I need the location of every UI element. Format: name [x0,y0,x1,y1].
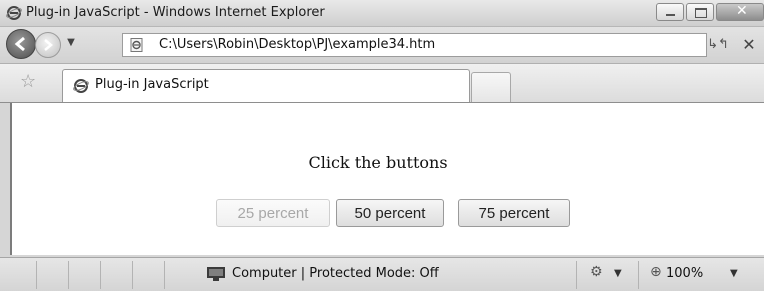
ie-logo-icon [6,6,22,20]
back-arrow-icon [14,36,25,52]
tab-label: Plug-in JavaScript [95,77,209,92]
status-cell [100,261,133,289]
zoom-level[interactable]: 100% [666,266,703,281]
status-divider [576,261,577,289]
status-cell [0,261,37,289]
close-icon: ✕ [736,3,748,19]
title-bar: Plug-in JavaScript - Windows Internet Ex… [0,0,764,27]
status-cell [132,261,165,289]
star-icon[interactable]: ☆ [20,73,36,91]
recent-pages-button[interactable]: ▼ [64,36,78,50]
page-content: Click the buttons 25 percent 50 percent … [10,103,764,255]
window-title: Plug-in JavaScript - Windows Internet Ex… [26,5,325,20]
back-button[interactable] [6,29,36,59]
new-tab-button[interactable] [471,72,511,102]
chevron-down-icon[interactable]: ▼ [614,268,622,279]
status-divider [638,261,639,289]
refresh-icon: ↳↰ [707,37,729,52]
security-icon[interactable]: ⚙ [590,264,610,284]
ie-logo-icon [73,79,89,93]
page-ie-icon [130,38,143,52]
browser-window: Plug-in JavaScript - Windows Internet Ex… [0,0,764,291]
minimize-icon [666,14,675,16]
stop-button[interactable]: ✕ [738,32,760,58]
minimize-button[interactable] [656,3,684,21]
maximize-icon [695,8,707,18]
address-bar[interactable]: C:\Users\Robin\Desktop\PJ\example34.htm … [122,33,707,57]
chevron-down-icon[interactable]: ▼ [730,268,738,279]
75-percent-button[interactable]: 75 percent [458,199,570,227]
security-zone-text[interactable]: Computer | Protected Mode: Off [232,266,439,281]
close-window-button[interactable]: ✕ [716,3,764,21]
page-heading: Click the buttons [308,153,448,172]
tab-bar: ☆ Plug-in JavaScript [0,64,764,103]
forward-arrow-icon [44,39,53,51]
50-percent-button[interactable]: 50 percent [336,199,444,227]
status-bar: Computer | Protected Mode: Off ⚙ ▼ ⊕ 100… [0,257,764,291]
refresh-button[interactable]: ↳↰ [705,32,731,58]
close-icon: ✕ [742,35,756,54]
maximize-button[interactable] [686,3,714,21]
computer-icon [207,267,225,281]
status-cell [68,261,101,289]
magnifier-icon[interactable]: ⊕ [650,264,662,280]
navigation-bar: ▼ C:\Users\Robin\Desktop\PJ\example34.ht… [0,27,764,64]
address-url: C:\Users\Robin\Desktop\PJ\example34.htm [159,37,436,52]
forward-button[interactable] [35,32,61,58]
25-percent-button[interactable]: 25 percent [216,199,330,227]
status-cell [36,261,69,289]
tab-plug-in-javascript[interactable]: Plug-in JavaScript [62,69,470,102]
